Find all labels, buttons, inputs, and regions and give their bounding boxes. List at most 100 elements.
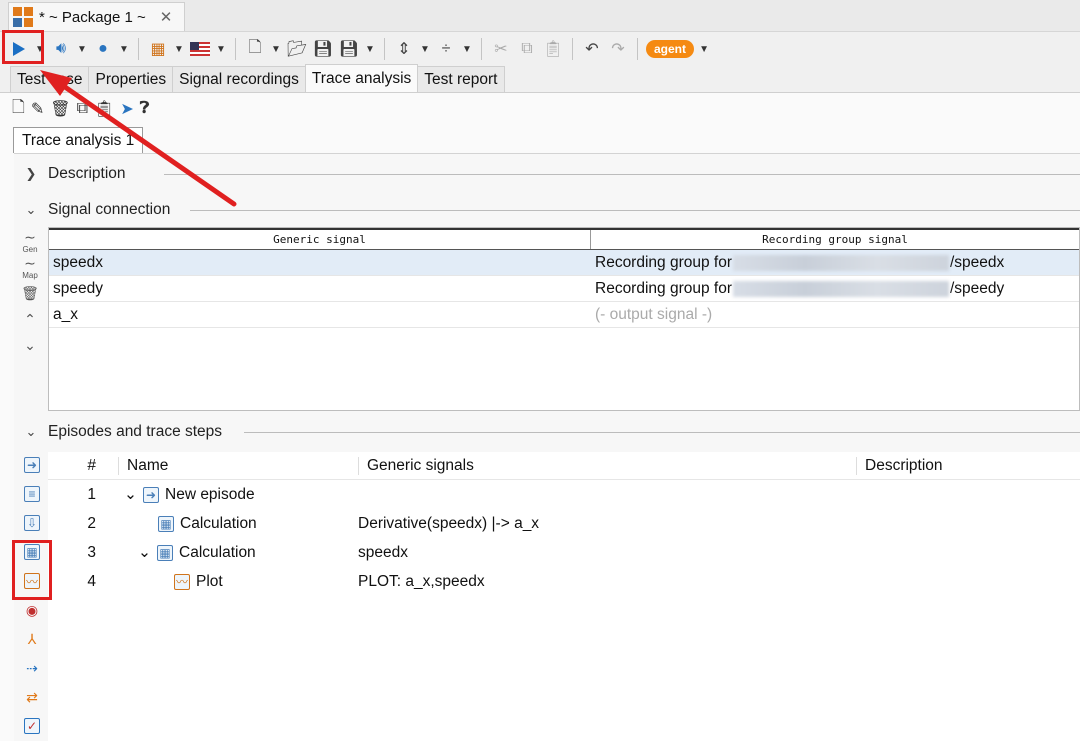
tab-trace-analysis[interactable]: Trace analysis bbox=[304, 64, 419, 92]
chevron-down-icon[interactable]: ⌄ bbox=[19, 334, 41, 356]
save-as-button[interactable]: 💾︎ bbox=[338, 36, 360, 62]
chevron-down-icon[interactable]: ⌄ bbox=[124, 485, 137, 504]
table-row[interactable]: speedy Recording group for /speedy bbox=[49, 276, 1079, 302]
generic-signal-cell: speedy bbox=[53, 279, 103, 297]
description-header[interactable]: ❯ Description bbox=[24, 160, 126, 188]
description-label: Description bbox=[48, 165, 126, 182]
speaker-button[interactable]: 🔊︎ bbox=[50, 36, 72, 62]
app-grid-icon bbox=[13, 7, 33, 27]
new-file-button[interactable]: 🗋 bbox=[244, 36, 266, 62]
export-icon[interactable]: ➤ bbox=[120, 99, 133, 119]
paste-icon[interactable]: 📋︎ bbox=[94, 99, 114, 119]
tree-row[interactable]: 3 ⌄ ▦ Calculation speedx bbox=[48, 538, 1080, 567]
open-folder-button[interactable]: 📂︎ bbox=[286, 36, 308, 62]
column-number[interactable]: # bbox=[48, 457, 118, 475]
save-dropdown-icon[interactable]: ▼ bbox=[364, 44, 376, 55]
help-icon[interactable]: ❓︎ bbox=[140, 100, 150, 118]
close-icon[interactable]: ✕ bbox=[160, 8, 173, 26]
flag-dropdown-icon[interactable]: ▼ bbox=[215, 44, 227, 55]
tab-test-case[interactable]: Test case bbox=[10, 66, 90, 92]
undo-button[interactable]: ↶ bbox=[581, 36, 603, 62]
row-name: ⌄ ➜ New episode bbox=[118, 485, 358, 504]
main-toolbar: ▼ 🔊︎ ▼ ● ▼ ▦ ▼ ▼ 🗋 ▼ 📂︎ 💾︎ 💾︎ ▼ ⇕ ▼ ÷ ▼ … bbox=[0, 32, 1080, 66]
trash-icon[interactable]: 🗑︎ bbox=[19, 282, 41, 304]
redacted-text bbox=[733, 254, 949, 271]
expand-button[interactable]: ⇕ bbox=[393, 36, 415, 62]
paste-button[interactable]: 📋︎ bbox=[542, 36, 564, 62]
check-icon[interactable]: ✓ bbox=[21, 715, 43, 737]
document-title: * ~ Package 1 ~ bbox=[39, 8, 146, 26]
column-generic-signals[interactable]: Generic signals bbox=[358, 456, 856, 475]
episode-icon[interactable]: ➜ bbox=[21, 454, 43, 476]
bug-dropdown-icon[interactable]: ▼ bbox=[118, 44, 130, 55]
tree-row[interactable]: 2 ▦ Calculation Derivative(speedx) |-> a… bbox=[48, 509, 1080, 538]
edit-icon[interactable]: ✎ bbox=[31, 99, 44, 119]
column-description[interactable]: Description bbox=[856, 456, 1080, 475]
branch-icon[interactable]: ⅄ bbox=[21, 628, 43, 650]
chevron-down-icon[interactable]: ⌄ bbox=[138, 543, 151, 562]
copy-button[interactable]: ⧉ bbox=[516, 36, 538, 62]
tree-row[interactable]: 4 〰 Plot PLOT: a_x,speedx bbox=[48, 567, 1080, 596]
copy-icon[interactable]: ⧉ bbox=[77, 100, 88, 118]
episodes-header[interactable]: ⌄ Episodes and trace steps bbox=[24, 418, 223, 446]
bug-button[interactable]: ● bbox=[92, 36, 114, 62]
column-recording-group-signal[interactable]: Recording group signal bbox=[591, 230, 1079, 249]
components-button[interactable]: ▦ bbox=[147, 36, 169, 62]
agent-dropdown-icon[interactable]: ▼ bbox=[698, 44, 710, 55]
episodes-table-header: # Name Generic signals Description bbox=[48, 452, 1080, 480]
condition-icon[interactable]: ⇢ bbox=[21, 657, 43, 679]
episodes-label: Episodes and trace steps bbox=[48, 423, 223, 440]
cut-button[interactable]: ✂ bbox=[490, 36, 512, 62]
chevron-down-icon: ⌄ bbox=[25, 424, 37, 439]
new-analysis-icon[interactable]: 🗋 bbox=[12, 96, 25, 123]
speaker-dropdown-icon[interactable]: ▼ bbox=[76, 44, 88, 55]
tab-signal-recordings[interactable]: Signal recordings bbox=[172, 66, 306, 92]
recording-signal-cell: Recording group for /speedx bbox=[591, 254, 1079, 272]
import-icon[interactable]: ⇩ bbox=[21, 512, 43, 534]
save-button[interactable]: 💾︎ bbox=[312, 36, 334, 62]
calculator-icon: ▦ bbox=[157, 544, 173, 561]
title-bar: * ~ Package 1 ~ ✕ bbox=[0, 0, 1080, 32]
generic-signal-icon[interactable]: ∼ Gen bbox=[19, 229, 41, 254]
column-generic-signal[interactable]: Generic signal bbox=[49, 230, 591, 249]
table-row[interactable]: a_x (- output signal -) bbox=[49, 302, 1079, 328]
signal-connection-header[interactable]: ⌄ Signal connection bbox=[24, 196, 171, 224]
divider bbox=[244, 432, 1080, 433]
tab-properties[interactable]: Properties bbox=[88, 66, 174, 92]
collapse-dropdown-icon[interactable]: ▼ bbox=[461, 44, 473, 55]
calc-plot-highlight bbox=[12, 540, 52, 600]
new-file-dropdown-icon[interactable]: ▼ bbox=[270, 44, 282, 55]
tab-test-report[interactable]: Test report bbox=[417, 66, 505, 92]
chevron-up-icon[interactable]: ⌃ bbox=[19, 308, 41, 330]
row-number: 1 bbox=[87, 485, 96, 503]
expand-dropdown-icon[interactable]: ▼ bbox=[419, 44, 431, 55]
column-name[interactable]: Name bbox=[118, 456, 358, 475]
table-row[interactable]: speedx Recording group for /speedx bbox=[49, 250, 1079, 276]
calculation-list-icon[interactable]: ≡ bbox=[21, 483, 43, 505]
row-number: 4 bbox=[87, 572, 96, 590]
record-icon[interactable]: ◉ bbox=[21, 599, 43, 621]
tab-trace-analysis-1[interactable]: Trace analysis 1 bbox=[13, 127, 144, 153]
generic-signal-cell: a_x bbox=[53, 305, 78, 323]
collapse-button[interactable]: ÷ bbox=[435, 36, 457, 62]
toolbar-separator bbox=[138, 38, 139, 60]
map-signal-icon[interactable]: ∼ Map bbox=[19, 255, 41, 280]
tree-row[interactable]: 1 ⌄ ➜ New episode bbox=[48, 480, 1080, 509]
generic-signal-cell: speedx bbox=[53, 253, 103, 271]
switch-icon[interactable]: ⇄ bbox=[21, 686, 43, 708]
divider bbox=[190, 210, 1080, 211]
components-dropdown-icon[interactable]: ▼ bbox=[173, 44, 185, 55]
recording-prefix: Recording group for bbox=[595, 253, 732, 271]
episodes-tree: # Name Generic signals Description 1 ⌄ ➜… bbox=[48, 452, 1080, 741]
flag-button[interactable] bbox=[189, 36, 211, 62]
agent-button[interactable]: agent bbox=[646, 40, 695, 58]
row-number: 3 bbox=[87, 543, 96, 561]
delete-icon[interactable]: 🗑︎ bbox=[50, 99, 70, 119]
document-tab[interactable]: * ~ Package 1 ~ ✕ bbox=[8, 2, 186, 31]
redo-button[interactable]: ↷ bbox=[607, 36, 629, 62]
flag-icon bbox=[190, 42, 210, 56]
row-generic: PLOT: a_x,speedx bbox=[358, 572, 485, 590]
recording-suffix: /speedy bbox=[950, 279, 1005, 297]
chevron-down-icon: ⌄ bbox=[25, 202, 37, 217]
recording-suffix: /speedx bbox=[950, 253, 1005, 271]
